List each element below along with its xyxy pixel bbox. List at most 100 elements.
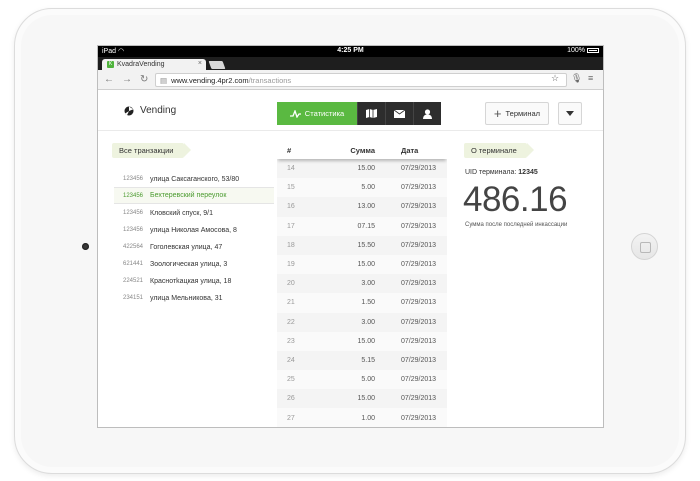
column-header-sum[interactable]: Сумма [311,146,375,155]
row-date: 07/29/2013 [401,261,437,269]
table-row[interactable]: 15 5.00 07/29/2013 [277,178,447,198]
collection-amount-caption: Сумма после последней инкассации [465,222,568,228]
row-sum: 15.50 [357,241,375,249]
row-date: 07/29/2013 [401,356,437,364]
row-date: 07/29/2013 [401,280,437,288]
screen: iPad ◠ 4:25 PM 100% K KvadraVending × ← … [97,45,604,428]
terminal-address: Зоологическая улица, 3 [150,260,228,268]
row-date: 07/29/2013 [401,414,437,422]
table-row[interactable]: 26 15.00 07/29/2013 [277,389,447,409]
transactions-table: # Сумма Дата 14 15.00 07/29/2013 15 5.00 07/2… [277,142,447,427]
nav-statistics[interactable]: Статистика [277,102,357,125]
uid-label: UID терминала: [465,169,517,176]
app-logo[interactable]: Vending [124,105,176,116]
row-number: 20 [287,280,295,288]
row-number: 25 [287,376,295,384]
menu-icon[interactable]: ≡ [588,73,593,83]
terminal-list-item[interactable]: 123456 Бехтеревский переулок [114,187,274,204]
table-row[interactable]: 27 1.00 07/29/2013 [277,408,447,427]
terminal-code: 234151 [123,295,144,301]
browser-toolbar: ← → ↻ ▤ www.vending.4pr2.com/transaction… [98,70,603,90]
dropdown-button[interactable] [558,102,582,125]
row-number: 26 [287,395,295,403]
row-sum: 1.50 [361,299,375,307]
row-sum: 1.00 [361,414,375,422]
table-row[interactable]: 22 3.00 07/29/2013 [277,312,447,332]
table-row[interactable]: 25 5.00 07/29/2013 [277,370,447,390]
row-sum: 5.00 [361,376,375,384]
terminal-list-item[interactable]: 123456 улица Саксаганского, 53/80 [114,170,274,187]
favicon-icon: K [107,61,114,68]
row-date: 07/29/2013 [401,299,437,307]
table-row[interactable]: 14 15.00 07/29/2013 [277,159,447,179]
row-sum: 15.00 [357,337,375,345]
add-terminal-label: Терминал [505,109,541,118]
row-number: 24 [287,356,295,364]
row-sum: 07.15 [357,222,375,230]
terminal-list-item[interactable]: 123456 Кловский спуск, 9/1 [114,204,274,221]
table-body: 14 15.00 07/29/2013 15 5.00 07/29/2013 16 13.00… [277,159,447,427]
url-path: /transactions [248,75,292,85]
browser-tab[interactable]: K KvadraVending × [102,59,206,70]
status-bar: iPad ◠ 4:25 PM 100% [98,46,603,57]
row-date: 07/29/2013 [401,376,437,384]
table-row[interactable]: 16 13.00 07/29/2013 [277,197,447,217]
nav-map[interactable] [357,102,385,125]
table-row[interactable]: 19 15.00 07/29/2013 [277,254,447,275]
terminal-list-item[interactable]: 224521 Краснотkацкая улица, 18 [114,272,274,289]
terminal-list-item[interactable]: 234151 улица Мельникова, 31 [114,289,274,306]
mail-icon [394,109,405,118]
row-sum: 15.00 [357,395,375,403]
all-transactions-text: Все транзакции [119,146,174,155]
nav-messages[interactable] [385,102,413,125]
table-header: # Сумма Дата [277,142,447,159]
table-row[interactable]: 20 3.00 07/29/2013 [277,274,447,294]
add-terminal-button[interactable]: + Терминал [485,102,549,125]
row-sum: 3.00 [361,280,375,288]
row-date: 07/29/2013 [401,165,437,173]
browser-tab-bar: K KvadraVending × [98,57,603,70]
app-header: Vending Статистика + Терминал [98,91,603,131]
terminal-code: 224521 [123,278,144,284]
about-terminal-label[interactable]: О терминале [464,143,534,158]
table-row[interactable]: 18 15.50 07/29/2013 [277,235,447,255]
table-row[interactable]: 17 07.15 07/29/2013 [277,216,447,236]
back-icon[interactable]: ← [104,74,114,85]
bookmark-star-icon[interactable]: ☆ [551,73,559,84]
terminal-list-item[interactable]: 621441 Зоологическая улица, 3 [114,255,274,272]
forward-icon[interactable]: → [122,74,132,85]
new-tab-button[interactable] [208,61,226,69]
terminal-code: 123456 [123,227,144,233]
row-date: 07/29/2013 [401,241,437,249]
main-nav: Статистика [277,102,441,125]
terminal-list-item[interactable]: 422564 Гоголевская улица, 47 [114,238,274,255]
row-date: 07/29/2013 [401,184,437,192]
home-button[interactable] [631,233,658,260]
close-tab-icon[interactable]: × [198,60,202,67]
row-number: 18 [287,241,295,249]
nav-profile[interactable] [413,102,441,125]
terminal-code: 422564 [123,244,144,250]
row-date: 07/29/2013 [401,395,437,403]
terminal-address: улица Саксаганского, 53/80 [150,175,240,183]
terminal-code: 621441 [123,261,144,267]
terminal-code: 123456 [123,192,144,199]
table-row[interactable]: 23 15.00 07/29/2013 [277,331,447,351]
terminal-address: Гоголевская улица, 47 [150,243,223,251]
microphone-icon[interactable]: 🎙︎ [571,73,582,84]
row-sum: 5.00 [361,184,375,192]
map-icon [366,109,377,118]
battery-icon [587,48,599,53]
all-transactions-label[interactable]: Все транзакции [112,143,190,158]
terminal-address: улица Мельникова, 31 [150,294,223,302]
terminal-list-item[interactable]: 123456 улица Николая Амосова, 8 [114,221,274,238]
chevron-down-icon [566,111,574,116]
reload-icon[interactable]: ↻ [140,74,148,85]
table-row[interactable]: 21 1.50 07/29/2013 [277,293,447,313]
table-row[interactable]: 24 5.15 07/29/2013 [277,350,447,371]
column-header-num[interactable]: # [277,146,311,155]
column-header-date[interactable]: Дата [375,146,418,155]
row-sum: 13.00 [357,203,375,211]
address-bar[interactable]: ▤ www.vending.4pr2.com/transactions [155,73,567,87]
row-number: 27 [287,414,295,422]
